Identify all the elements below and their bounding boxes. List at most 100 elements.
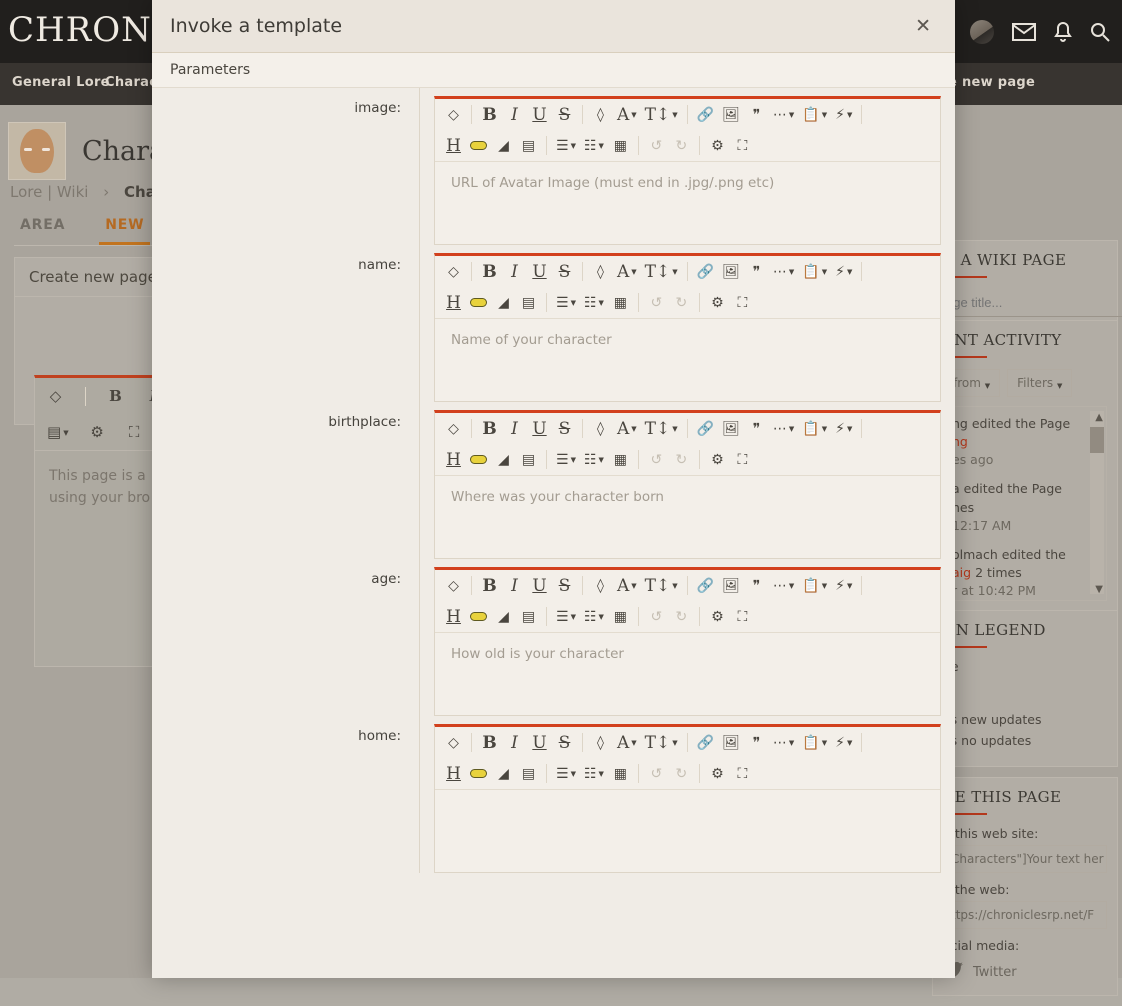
align-icon[interactable]: ☰▼ [552, 761, 580, 787]
scroll-up-icon[interactable]: ▲ [1095, 412, 1103, 423]
image-icon[interactable]: 🖼 [718, 573, 744, 599]
clear-formatting-icon[interactable]: ◇ [441, 102, 466, 128]
special-character-icon[interactable]: ⚡▼ [831, 102, 856, 128]
paste-icon[interactable]: 📋▼ [798, 730, 831, 756]
search-icon[interactable] [1090, 22, 1110, 42]
bold-icon[interactable]: B [103, 383, 128, 409]
image-icon[interactable]: 🖼 [718, 102, 744, 128]
bell-icon[interactable] [1054, 22, 1072, 43]
align-icon[interactable]: ☰▼ [552, 133, 580, 159]
strikethrough-icon[interactable]: S [552, 102, 577, 128]
fullscreen-icon[interactable]: ⛶ [730, 447, 755, 473]
special-character-icon[interactable]: ⚡▼ [831, 573, 856, 599]
fullscreen-icon[interactable]: ⛶ [730, 133, 755, 159]
blockquote-icon[interactable]: ❞ [744, 573, 769, 599]
more-options-icon[interactable]: ⋯▼ [769, 416, 798, 442]
fullscreen-icon[interactable]: ⛶ [122, 419, 147, 445]
table-icon[interactable]: ▦ [608, 604, 633, 630]
clear-formatting-icon[interactable]: ◇ [441, 259, 466, 285]
heading-icon[interactable]: H [441, 604, 466, 630]
table-icon[interactable]: ▦ [608, 133, 633, 159]
blockquote-icon[interactable]: ❞ [744, 102, 769, 128]
indent-icon[interactable]: ◢ [491, 133, 516, 159]
align-icon[interactable]: ☰▼ [552, 290, 580, 316]
underline-icon[interactable]: U [527, 573, 552, 599]
image-icon[interactable]: 🖼 [718, 730, 744, 756]
underline-icon[interactable]: U [527, 730, 552, 756]
heading-icon[interactable]: H [441, 133, 466, 159]
share-site-value[interactable]: Characters"]Your text her [943, 845, 1107, 873]
list-icon[interactable]: ☷▼ [580, 761, 608, 787]
bold-icon[interactable]: B [477, 259, 502, 285]
activity-scrollbar-thumb[interactable] [1090, 427, 1104, 453]
font-family-icon[interactable]: A▼ [613, 102, 641, 128]
font-family-icon[interactable]: A▼ [613, 416, 641, 442]
clear-formatting-icon[interactable]: ◇ [441, 573, 466, 599]
italic-icon[interactable]: I [502, 102, 527, 128]
special-character-icon[interactable]: ⚡▼ [831, 730, 856, 756]
more-options-icon[interactable]: ⋯▼ [769, 730, 798, 756]
fullscreen-icon[interactable]: ⛶ [730, 761, 755, 787]
code-block-icon[interactable]: ▤ [516, 761, 541, 787]
settings-gear-icon[interactable]: ⚙ [705, 447, 730, 473]
more-options-icon[interactable]: ⋯▼ [769, 259, 798, 285]
scroll-down-icon[interactable]: ▼ [1095, 584, 1103, 595]
mail-icon[interactable] [1012, 23, 1036, 41]
nav-item-general-lore[interactable]: General Lore [12, 75, 110, 90]
indent-icon[interactable]: ◢ [491, 447, 516, 473]
more-options-icon[interactable]: ⋯▼ [769, 573, 798, 599]
table-icon[interactable]: ▦ [608, 290, 633, 316]
code-block-icon[interactable]: ▤ [516, 604, 541, 630]
editor-content-area[interactable]: Name of your character [435, 318, 940, 401]
highlight-icon[interactable] [466, 133, 491, 159]
link-icon[interactable]: 🔗 [693, 730, 718, 756]
align-icon[interactable]: ☰▼ [552, 604, 580, 630]
special-character-icon[interactable]: ⚡▼ [831, 416, 856, 442]
text-color-drop-icon[interactable]: ◊ [588, 102, 613, 128]
link-icon[interactable]: 🔗 [693, 573, 718, 599]
bold-icon[interactable]: B [477, 416, 502, 442]
italic-icon[interactable]: I [502, 416, 527, 442]
activity-filters-dropdown[interactable]: Filters ▼ [1007, 369, 1072, 397]
settings-gear-icon[interactable]: ⚙ [705, 133, 730, 159]
font-family-icon[interactable]: A▼ [613, 573, 641, 599]
image-icon[interactable]: 🖼 [718, 259, 744, 285]
font-size-icon[interactable]: T↕▼ [641, 259, 682, 285]
code-block-icon[interactable]: ▤ [516, 290, 541, 316]
italic-icon[interactable]: I [502, 259, 527, 285]
heading-icon[interactable]: H [441, 761, 466, 787]
paste-icon[interactable]: 📋▼ [798, 259, 831, 285]
image-icon[interactable]: 🖼 [718, 416, 744, 442]
indent-icon[interactable]: ◢ [491, 290, 516, 316]
link-icon[interactable]: 🔗 [693, 416, 718, 442]
editor-content-area[interactable] [435, 789, 940, 872]
blockquote-icon[interactable]: ❞ [744, 730, 769, 756]
strikethrough-icon[interactable]: S [552, 730, 577, 756]
underline-icon[interactable]: U [527, 416, 552, 442]
strikethrough-icon[interactable]: S [552, 416, 577, 442]
font-size-icon[interactable]: T↕▼ [641, 102, 682, 128]
indent-icon[interactable]: ◢ [491, 604, 516, 630]
tab-new[interactable]: NEW [99, 213, 150, 245]
list-icon[interactable]: ☷▼ [580, 133, 608, 159]
list-icon[interactable]: ☷▼ [580, 290, 608, 316]
paste-icon[interactable]: 📋▼ [798, 573, 831, 599]
wiki-search-input[interactable] [943, 289, 1122, 317]
breadcrumb-root[interactable]: Lore | Wiki [10, 183, 88, 201]
share-twitter-link[interactable]: Twitter [943, 962, 1107, 983]
more-options-icon[interactable]: ⋯▼ [769, 102, 798, 128]
bold-icon[interactable]: B [477, 730, 502, 756]
link-icon[interactable]: 🔗 [693, 259, 718, 285]
close-icon[interactable]: ✕ [909, 13, 937, 40]
settings-gear-icon[interactable]: ⚙ [85, 419, 110, 445]
bold-icon[interactable]: B [477, 102, 502, 128]
clear-formatting-icon[interactable]: ◇ [441, 730, 466, 756]
font-family-icon[interactable]: A▼ [613, 730, 641, 756]
special-character-icon[interactable]: ⚡▼ [831, 259, 856, 285]
editor-content-area[interactable]: Where was your character born [435, 475, 940, 558]
table-icon[interactable]: ▦ [608, 761, 633, 787]
highlight-icon[interactable] [466, 290, 491, 316]
settings-gear-icon[interactable]: ⚙ [705, 290, 730, 316]
clear-formatting-icon[interactable]: ◇ [43, 383, 68, 409]
bold-icon[interactable]: B [477, 573, 502, 599]
